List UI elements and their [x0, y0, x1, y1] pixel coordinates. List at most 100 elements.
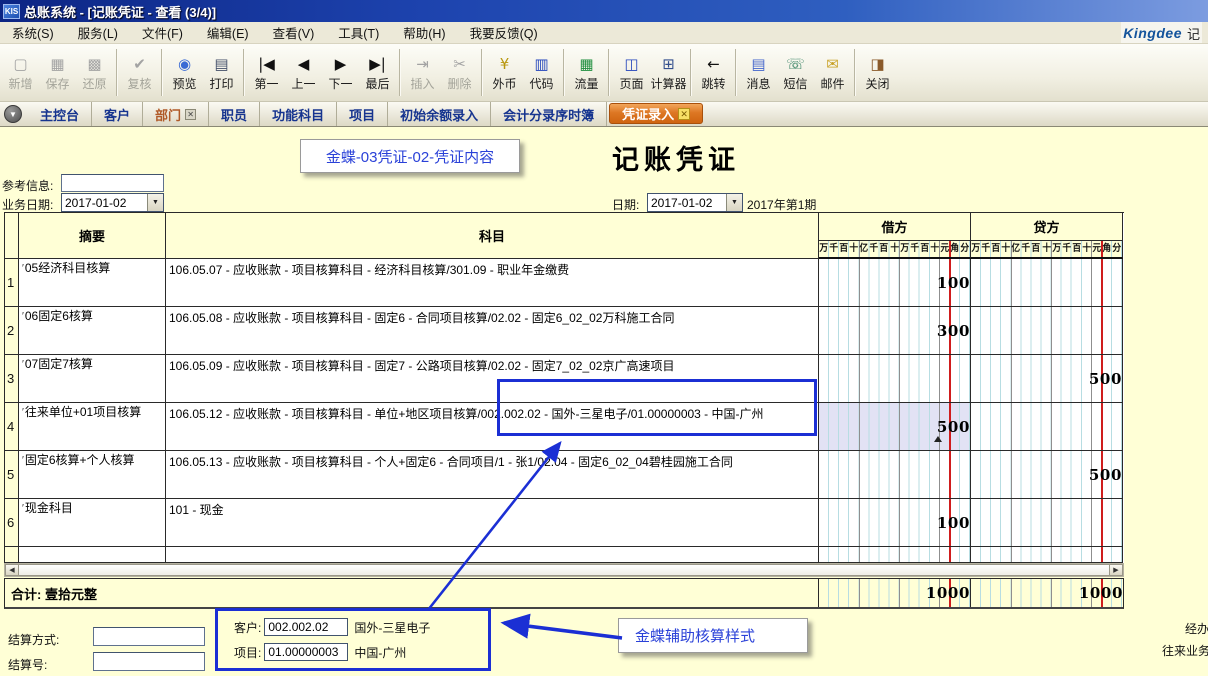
reference-input[interactable]: [61, 174, 164, 192]
account-cell[interactable]: 101 - 现金: [166, 499, 819, 547]
business-date-select[interactable]: 2017-01-02 ▼: [61, 193, 164, 212]
credit-cell[interactable]: [971, 259, 1123, 307]
date-select[interactable]: 2017-01-02 ▼: [647, 193, 743, 212]
account-cell[interactable]: 106.05.07 - 应收账款 - 项目核算科目 - 经济科目核算/301.0…: [166, 259, 819, 307]
tab-主控台[interactable]: 主控台: [28, 102, 92, 126]
credit-cell[interactable]: [971, 403, 1123, 451]
customer-code-input[interactable]: [264, 618, 348, 636]
digit-scale-char: 十: [1082, 241, 1091, 257]
menu-item[interactable]: 文件(F): [130, 22, 195, 43]
total-credit: 1000: [971, 579, 1123, 607]
toolbar-button[interactable]: ✉邮件: [814, 44, 851, 101]
summary-cell[interactable]: [19, 547, 166, 563]
digit-scale-char: 百: [1032, 241, 1041, 257]
menu-item[interactable]: 系统(S): [0, 22, 66, 43]
menu-item[interactable]: 工具(T): [326, 22, 391, 43]
credit-cell[interactable]: [971, 547, 1123, 563]
debit-cell[interactable]: [819, 547, 971, 563]
settle-method-label: 结算方式:: [8, 631, 59, 648]
tab-凭证录入[interactable]: 凭证录入✕: [609, 103, 703, 124]
toolbar-button[interactable]: ◉预览: [166, 44, 203, 101]
toolbar-button[interactable]: |◀第一: [248, 44, 285, 101]
voucher-page: 金蝶-03凭证-02-凭证内容 记账凭证 参考信息: 业务日期: 2017-01…: [0, 127, 1208, 676]
tab-职员[interactable]: 职员: [209, 102, 260, 126]
toolbar-button[interactable]: ¥外币: [486, 44, 523, 101]
debit-cell[interactable]: [819, 355, 971, 403]
tab-部门[interactable]: 部门✕: [143, 102, 209, 126]
toolbar-button-label: 最后: [365, 75, 389, 92]
scroll-left-icon[interactable]: ◀: [5, 564, 19, 576]
row-number: 4: [5, 403, 19, 451]
tab-客户[interactable]: 客户: [92, 102, 143, 126]
summary-cell[interactable]: ′06固定6核算: [19, 307, 166, 355]
scroll-right-icon[interactable]: ▶: [1109, 564, 1123, 576]
credit-cell[interactable]: [971, 307, 1123, 355]
tab-项目[interactable]: 项目: [337, 102, 388, 126]
toolbar-button-label: 复核: [127, 75, 151, 92]
account-cell[interactable]: [166, 547, 819, 563]
toolbar-button[interactable]: ▤打印: [203, 44, 240, 101]
toolbar-group: ◨关闭: [859, 44, 896, 101]
toolbar-button[interactable]: ◀上一: [285, 44, 322, 101]
summary-cell[interactable]: ′现金科目: [19, 499, 166, 547]
menu-item[interactable]: 服务(L): [66, 22, 130, 43]
summary-cell[interactable]: ′往来单位+01项目核算: [19, 403, 166, 451]
debit-column-header: 借方: [819, 213, 971, 241]
toolbar-button[interactable]: ◫页面: [613, 44, 650, 101]
toolbar-button[interactable]: ▦保存: [39, 44, 76, 101]
toolbar-button[interactable]: ☏短信: [777, 44, 814, 101]
settle-method-input[interactable]: [93, 627, 205, 646]
tab-功能科目[interactable]: 功能科目: [260, 102, 337, 126]
digit-scale-char: 十: [1042, 241, 1051, 257]
settle-no-input[interactable]: [93, 652, 205, 671]
credit-cell[interactable]: 500: [971, 355, 1123, 403]
toolbar-button[interactable]: ▢新增: [2, 44, 39, 101]
scrollbar-thumb[interactable]: [19, 564, 1109, 576]
toolbar-button[interactable]: ✂删除: [441, 44, 478, 101]
summary-cell[interactable]: ′固定6核算+个人核算: [19, 451, 166, 499]
tab-dropdown-button[interactable]: ▼: [4, 105, 22, 123]
toolbar-button[interactable]: ←跳转: [695, 44, 732, 101]
calculator-icon: ⊞: [662, 56, 675, 73]
toolbar-button[interactable]: ⊞ 计算器: [650, 44, 687, 101]
toolbar-button[interactable]: ▶下一: [322, 44, 359, 101]
menu-item[interactable]: 编辑(E): [195, 22, 261, 43]
account-cell[interactable]: 106.05.13 - 应收账款 - 项目核算科目 - 个人+固定6 - 合同项…: [166, 451, 819, 499]
toolbar-button[interactable]: ▥代码: [523, 44, 560, 101]
debit-cell[interactable]: 500: [819, 403, 971, 451]
toolbar-button[interactable]: ⇥插入: [404, 44, 441, 101]
toolbar-button[interactable]: ▶|最后: [359, 44, 396, 101]
summary-cell[interactable]: ′05经济科目核算: [19, 259, 166, 307]
toolbar-button[interactable]: ▦流量: [568, 44, 605, 101]
menu-item[interactable]: 帮助(H): [391, 22, 457, 43]
tab-close-icon[interactable]: ✕: [185, 109, 196, 120]
toolbar-group: ▤消息☏短信✉邮件: [740, 44, 851, 101]
debit-cell[interactable]: [819, 451, 971, 499]
project-code-input[interactable]: [264, 643, 348, 661]
credit-cell[interactable]: 500: [971, 451, 1123, 499]
chevron-down-icon[interactable]: ▼: [726, 194, 742, 211]
account-cell[interactable]: 106.05.08 - 应收账款 - 项目核算科目 - 固定6 - 合同项目核算…: [166, 307, 819, 355]
debit-cell[interactable]: 300: [819, 307, 971, 355]
debit-cell[interactable]: 100: [819, 259, 971, 307]
tab-close-icon[interactable]: ✕: [678, 108, 690, 120]
credit-cell[interactable]: [971, 499, 1123, 547]
digit-scale-char: 十: [890, 241, 899, 257]
debit-cell[interactable]: 100: [819, 499, 971, 547]
toolbar-button[interactable]: ▤消息: [740, 44, 777, 101]
menu-item[interactable]: 我要反馈(Q): [458, 22, 550, 43]
summary-cell[interactable]: ′07固定7核算: [19, 355, 166, 403]
menu-item[interactable]: 查看(V): [261, 22, 327, 43]
toolbar-button[interactable]: ✔复核: [121, 44, 158, 101]
digit-scale-char: 万: [1052, 241, 1061, 257]
toolbar-button[interactable]: ◨关闭: [859, 44, 896, 101]
toolbar-button[interactable]: ▩还原: [76, 44, 113, 101]
tab-初始余额录入[interactable]: 初始余额录入: [388, 102, 491, 126]
transaction-note: 往来业务: [1162, 642, 1208, 659]
horizontal-scrollbar[interactable]: ◀ ▶: [4, 563, 1124, 577]
toolbar-button-label: 计算器: [650, 75, 686, 92]
chevron-down-icon[interactable]: ▼: [147, 194, 163, 211]
toolbar-group: ⇥插入✂删除: [404, 44, 478, 101]
row-number: 3: [5, 355, 19, 403]
tab-会计分录序时簿[interactable]: 会计分录序时簿: [491, 102, 607, 126]
